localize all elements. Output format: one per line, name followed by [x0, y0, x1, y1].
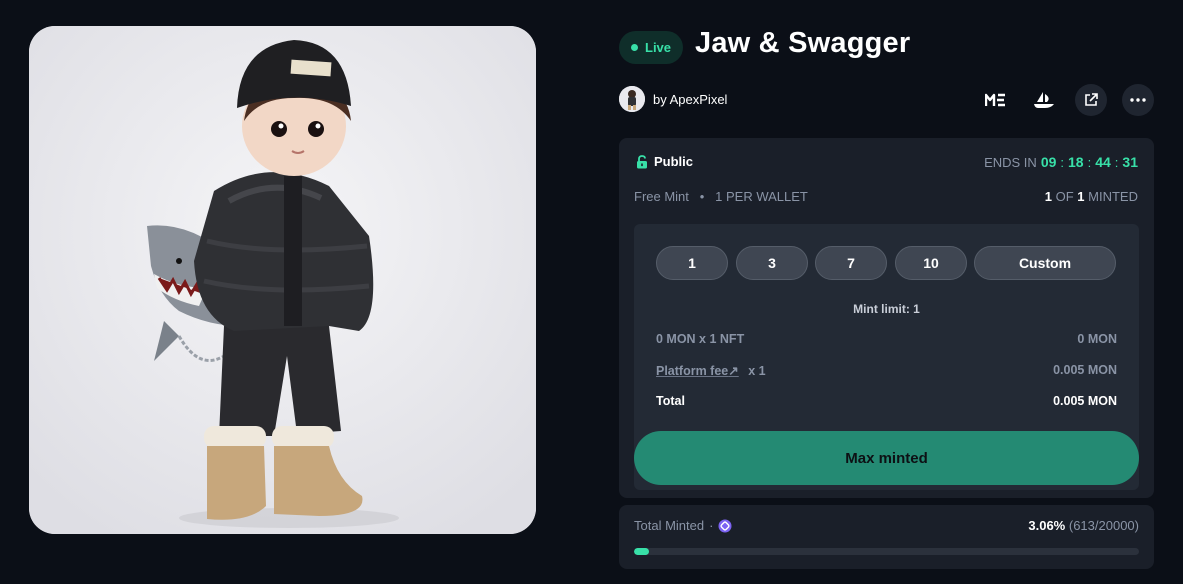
ends-in-label: ENDS IN	[984, 154, 1037, 170]
quantity-option-1[interactable]: 1	[656, 246, 728, 280]
countdown-separator: :	[1087, 154, 1092, 170]
total-minted-header: Total Minted ·	[634, 518, 732, 533]
nft-artwork	[29, 26, 536, 534]
total-minted-stats: 3.06% (613/20000)	[1028, 518, 1139, 533]
collection-title: Jaw & Swagger	[695, 27, 911, 59]
countdown-separator: :	[1114, 154, 1119, 170]
max-minted-button[interactable]: Max minted	[634, 431, 1139, 485]
more-options-button[interactable]	[1122, 84, 1154, 116]
quantity-option-custom[interactable]: Custom	[974, 246, 1116, 280]
total-minted-progress-bar	[634, 548, 1139, 555]
price-line: 0 MON x 1 NFT 0 MON	[656, 332, 1117, 346]
phase-label: Public	[654, 154, 694, 169]
platform-fee-label: Platform fee	[656, 364, 729, 378]
minted-status: 1 OF 1 MINTED	[1045, 189, 1138, 204]
quantity-option-10[interactable]: 10	[895, 246, 967, 280]
minted-total: 1	[1077, 189, 1085, 204]
total-minted-card: Total Minted · 3.06% (613/20000)	[619, 505, 1154, 569]
countdown-minutes: 44	[1095, 154, 1111, 170]
per-wallet-limit: 1 PER WALLET	[715, 189, 808, 204]
magic-eden-icon	[985, 93, 1005, 107]
price-line-value: 0 MON	[1077, 332, 1117, 346]
total-line: Total 0.005 MON	[656, 394, 1117, 408]
total-label: Total	[656, 394, 685, 408]
mint-limit-text: Mint limit: 1	[853, 302, 920, 316]
countdown-seconds: 31	[1122, 154, 1138, 170]
price-label: Free Mint	[634, 189, 689, 204]
countdown-hours: 18	[1068, 154, 1084, 170]
minted-count: 1	[1044, 189, 1052, 204]
opensea-icon	[1034, 92, 1054, 108]
arrow-up-right-icon: ↗	[728, 364, 739, 378]
platform-fee-line: Platform fee↗ x 1 0.005 MON	[656, 363, 1117, 378]
minted-suffix: MINTED	[1088, 189, 1138, 204]
creator-avatar	[619, 86, 645, 112]
quantity-option-7[interactable]: 7	[815, 246, 887, 280]
total-minted-detail: (613/20000)	[1068, 518, 1139, 533]
countdown-separator: :	[1060, 154, 1065, 170]
countdown-days: 09	[1040, 154, 1057, 170]
quantity-option-3[interactable]: 3	[736, 246, 808, 280]
platform-fee-value: 0.005 MON	[1053, 363, 1117, 377]
phase-header: Public	[636, 154, 693, 169]
mint-phase-card: Public ENDS IN 09 : 18 : 44 : 31 Free Mi…	[619, 138, 1154, 498]
unlock-icon	[637, 154, 647, 168]
creator-link[interactable]: by ApexPixel	[619, 86, 727, 112]
total-minted-progress-fill	[634, 548, 650, 555]
total-minted-label: Total Minted	[634, 518, 705, 533]
minted-of: OF	[1055, 189, 1074, 204]
dot-separator: ·	[709, 518, 714, 533]
creator-name: by ApexPixel	[653, 91, 728, 107]
magic-eden-link[interactable]	[980, 84, 1012, 116]
live-status-label: Live	[645, 40, 672, 55]
total-minted-percent: 3.06%	[1028, 518, 1066, 533]
nft-artwork-illustration	[29, 26, 536, 534]
live-dot-icon	[631, 44, 638, 51]
mint-panel: 1 3 7 10 Custom Mint limit: 1 0 MON x 1 …	[634, 224, 1139, 490]
platform-fee-multiplier: x 1	[748, 364, 766, 378]
platform-fee-link[interactable]: Platform fee↗	[656, 364, 739, 378]
bullet-separator: •	[692, 189, 712, 204]
more-icon	[1130, 98, 1146, 102]
countdown: ENDS IN 09 : 18 : 44 : 31	[984, 154, 1138, 170]
price-line-label: 0 MON x 1 NFT	[656, 332, 745, 346]
total-value: 0.005 MON	[1053, 394, 1117, 408]
external-link-button[interactable]	[1075, 84, 1107, 116]
live-status-badge: Live	[619, 31, 684, 64]
opensea-link[interactable]	[1028, 84, 1060, 116]
monad-token-icon	[718, 519, 732, 532]
external-link-icon	[1085, 93, 1098, 106]
